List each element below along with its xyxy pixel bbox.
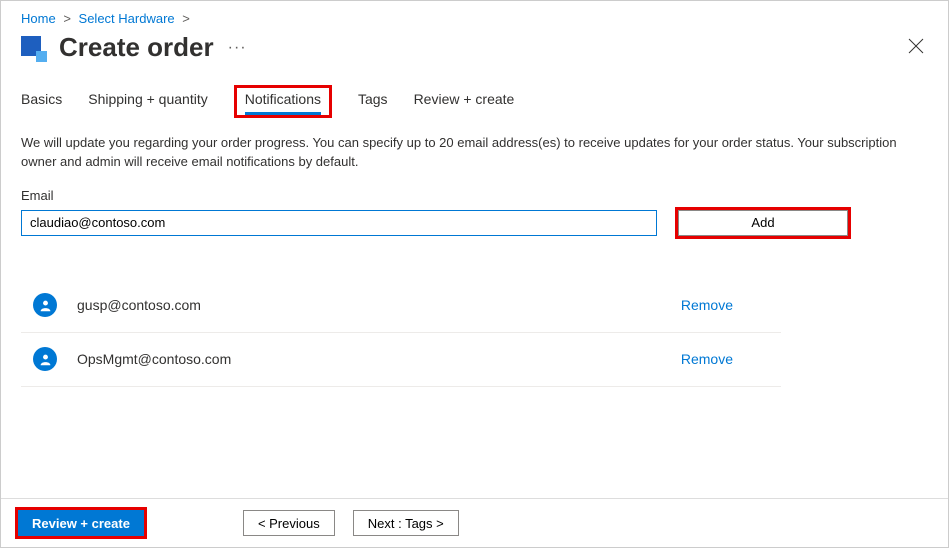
- breadcrumb-home[interactable]: Home: [21, 11, 56, 26]
- previous-button[interactable]: < Previous: [243, 510, 335, 536]
- page-title: Create order: [59, 32, 214, 63]
- avatar: [33, 347, 57, 371]
- chevron-right-icon: >: [182, 11, 190, 26]
- list-item: OpsMgmt@contoso.com Remove: [21, 333, 781, 387]
- notifications-description: We will update you regarding your order …: [1, 118, 948, 182]
- email-address: OpsMgmt@contoso.com: [77, 351, 681, 367]
- highlight-review-create: Review + create: [15, 507, 147, 539]
- list-item: gusp@contoso.com Remove: [21, 279, 781, 333]
- resource-icon: [21, 36, 45, 60]
- remove-link[interactable]: Remove: [681, 297, 733, 313]
- remove-link[interactable]: Remove: [681, 351, 733, 367]
- tab-bar: Basics Shipping + quantity Notifications…: [1, 73, 948, 118]
- review-create-button[interactable]: Review + create: [18, 510, 144, 536]
- breadcrumb: Home > Select Hardware >: [1, 1, 948, 32]
- tab-tags[interactable]: Tags: [358, 91, 388, 115]
- highlight-add: Add: [675, 207, 851, 239]
- email-label: Email: [21, 188, 928, 203]
- close-icon: [908, 38, 924, 54]
- highlight-notifications: Notifications: [234, 85, 332, 118]
- add-button[interactable]: Add: [678, 210, 848, 236]
- wizard-footer: Review + create < Previous Next : Tags >: [1, 498, 948, 547]
- breadcrumb-select-hardware[interactable]: Select Hardware: [79, 11, 175, 26]
- tab-review-create[interactable]: Review + create: [414, 91, 515, 115]
- person-icon: [39, 299, 52, 312]
- avatar: [33, 293, 57, 317]
- email-address: gusp@contoso.com: [77, 297, 681, 313]
- close-button[interactable]: [908, 38, 924, 57]
- chevron-right-icon: >: [63, 11, 71, 26]
- email-input[interactable]: [21, 210, 657, 236]
- tab-notifications[interactable]: Notifications: [245, 91, 321, 115]
- tab-shipping-quantity[interactable]: Shipping + quantity: [88, 91, 207, 115]
- next-button[interactable]: Next : Tags >: [353, 510, 459, 536]
- person-icon: [39, 353, 52, 366]
- email-list: gusp@contoso.com Remove OpsMgmt@contoso.…: [21, 279, 928, 387]
- tab-basics[interactable]: Basics: [21, 91, 62, 115]
- more-actions-icon[interactable]: ···: [228, 39, 247, 57]
